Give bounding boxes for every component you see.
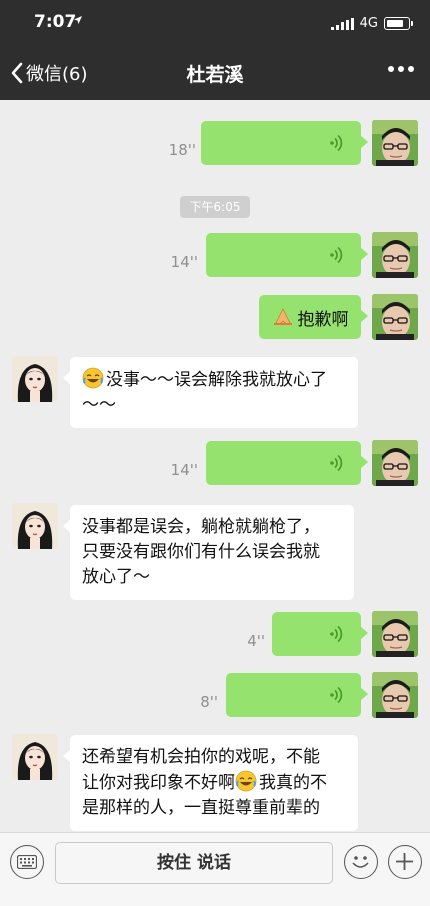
text-message[interactable]: 没事～～误会解除我就放心了 ～～ (63, 357, 358, 428)
hold-to-talk-button[interactable]: 按住 说话 (55, 842, 333, 884)
back-label: 微信(6) (26, 64, 88, 85)
message-line: 只要没有跟你们有什么误会我就 (82, 542, 320, 562)
my-avatar[interactable] (372, 440, 418, 486)
emoji-button[interactable] (344, 845, 378, 879)
message-line: 还希望有机会拍你的戏呢，不能 (82, 747, 320, 767)
text-message[interactable]: 抱歉啊 (259, 295, 368, 339)
more-functions-button[interactable] (388, 845, 422, 879)
my-avatar[interactable] (372, 232, 418, 278)
text-message[interactable]: 没事都是误会，躺枪就躺枪了， 只要没有跟你们有什么误会我就 放心了～ (63, 505, 354, 600)
text-message[interactable]: 还希望有机会拍你的戏呢，不能 让你对我印象不好啊 我真的不 是那样的人，一直挺尊重… (63, 735, 358, 831)
message-line: 让你对我印象不好啊 (82, 773, 235, 793)
chevron-left-icon (11, 62, 23, 84)
status-time: 7:07 (34, 12, 77, 32)
message-line: 是那样的人，一直挺尊重前辈的 (82, 798, 320, 818)
signal-icon (330, 17, 354, 30)
message-line: 没事～～误会解除我就放心了 (106, 370, 327, 390)
keyboard-icon (17, 855, 37, 869)
my-avatar[interactable] (372, 611, 418, 657)
my-avatar[interactable] (372, 294, 418, 340)
voice-message[interactable] (206, 233, 368, 277)
plus-icon (396, 853, 413, 870)
contact-avatar[interactable] (12, 356, 58, 402)
more-options-button[interactable] (388, 66, 414, 72)
smiley-icon (352, 856, 369, 868)
more-icon (388, 66, 394, 72)
back-button[interactable]: 微信(6) (10, 60, 88, 86)
voice-wave-icon (327, 245, 347, 265)
message-line: ～～ (82, 395, 116, 415)
voice-wave-icon (327, 133, 347, 153)
voice-message[interactable] (272, 612, 368, 656)
voice-message[interactable] (226, 673, 368, 717)
voice-duration: 14'' (170, 253, 198, 271)
message-line: 我真的不 (259, 773, 327, 793)
voice-wave-icon (327, 685, 347, 705)
bow-hands-emoji-icon (272, 306, 294, 328)
voice-duration: 14'' (170, 461, 198, 479)
status-indicators: 4G (330, 16, 413, 31)
location-icon (73, 15, 83, 28)
voice-message[interactable] (206, 441, 368, 485)
voice-wave-icon (327, 453, 347, 473)
message-line: 放心了～ (82, 567, 150, 587)
input-bar: 按住 说话 (0, 832, 430, 906)
voice-duration: 18'' (168, 141, 196, 159)
my-avatar[interactable] (372, 120, 418, 166)
network-type: 4G (359, 16, 378, 31)
voice-duration: 8'' (200, 693, 218, 711)
keyboard-toggle-button[interactable] (10, 845, 44, 879)
laughing-tears-emoji-icon (82, 367, 104, 389)
voice-wave-icon (327, 624, 347, 644)
time-separator: 下午6:05 (180, 196, 250, 218)
message-text: 抱歉啊 (297, 309, 349, 330)
contact-avatar[interactable] (12, 503, 58, 549)
voice-message[interactable] (201, 121, 368, 165)
message-line: 没事都是误会，躺枪就躺枪了， (82, 517, 320, 537)
battery-icon (384, 17, 413, 30)
contact-avatar[interactable] (12, 734, 58, 780)
top-bar: 7:07 4G 微信(6) 杜若溪 (0, 0, 430, 100)
voice-duration: 4'' (247, 632, 265, 650)
my-avatar[interactable] (372, 672, 418, 718)
laughing-tears-emoji-icon (235, 770, 257, 792)
